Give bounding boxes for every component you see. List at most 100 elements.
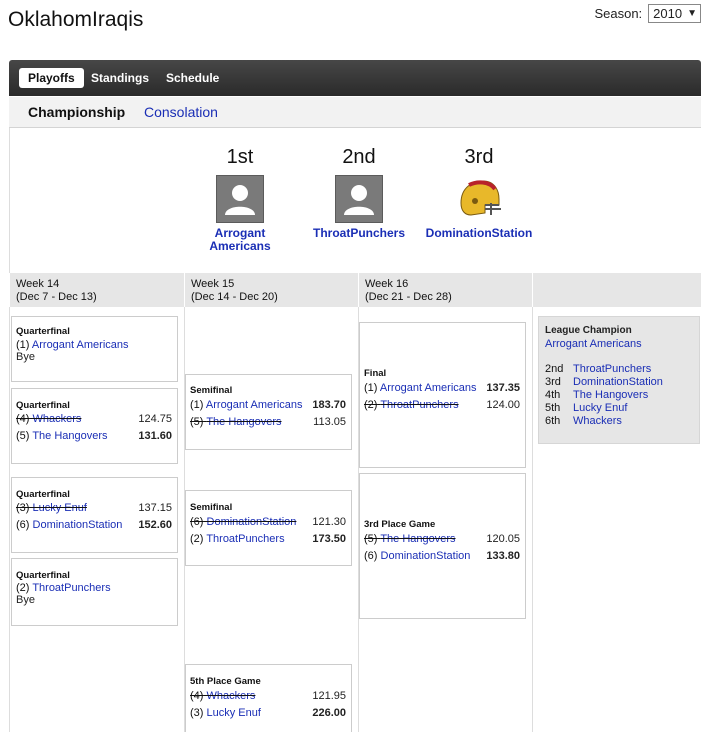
team-link[interactable]: ThroatPunchers	[206, 533, 284, 545]
default-avatar-icon[interactable]	[335, 175, 383, 223]
podium-first: 1st Arrogant Americans	[190, 146, 290, 253]
matchup-card[interactable]: Semifinal (6) DominationStation 121.30 (…	[185, 490, 352, 566]
team-score: 131.60	[138, 430, 172, 442]
podium-team-link[interactable]: Arrogant Americans	[190, 227, 290, 253]
final-standing-row: 3rd DominationStation	[545, 376, 663, 388]
podium-second: 2nd ThroatPunchers	[309, 146, 409, 240]
matchup-team-winner: (3) Lucky Enuf 226.00	[190, 707, 346, 719]
team-link[interactable]: DominationStation	[573, 376, 663, 388]
matchup-label: Semifinal	[190, 502, 233, 513]
matchup-card[interactable]: Quarterfinal (1) Arrogant Americans Bye	[11, 316, 178, 382]
default-avatar-icon[interactable]	[216, 175, 264, 223]
league-champion-heading: League Champion	[545, 325, 632, 336]
league-results: League Champion Arrogant Americans 2nd Th…	[538, 316, 700, 444]
bracket-subnav: Championship Consolation	[9, 97, 701, 128]
matchup-team-loser: (6) DominationStation 121.30	[190, 516, 346, 528]
bye-text: Bye	[16, 594, 35, 606]
team-link[interactable]: Whackers	[33, 413, 82, 425]
team-score: 152.60	[138, 519, 172, 531]
team-score: 137.15	[138, 502, 172, 514]
team-link[interactable]: The Hangovers	[206, 416, 281, 428]
matchup-label: Quarterfinal	[16, 400, 70, 411]
matchup-team-winner: (6) DominationStation 152.60	[16, 519, 172, 531]
matchup-team-loser: (5) The Hangovers 120.05	[364, 533, 520, 545]
team-score: 133.80	[486, 550, 520, 562]
matchup-card[interactable]: Quarterfinal (4) Whackers 124.75 (5) The…	[11, 388, 178, 464]
matchup-label: Semifinal	[190, 385, 233, 396]
week-header: Week 16 (Dec 21 - Dec 28)	[358, 273, 532, 307]
matchup-team-winner: (1) Arrogant Americans 137.35	[364, 382, 520, 394]
team-link[interactable]: Lucky Enuf	[573, 402, 627, 414]
team-link[interactable]: DominationStation	[33, 519, 123, 531]
team-score: 226.00	[312, 707, 346, 719]
team-score: 124.75	[138, 413, 172, 425]
team-score: 121.30	[312, 516, 346, 528]
podium-team-link[interactable]: ThroatPunchers	[299, 227, 419, 240]
team-link[interactable]: DominationStation	[381, 550, 471, 562]
podium-rank: 3rd	[464, 146, 494, 168]
team-link[interactable]: ThroatPunchers	[32, 582, 110, 594]
matchup-label: 3rd Place Game	[364, 519, 436, 530]
season-value: 2010	[653, 6, 683, 21]
podium-team-link[interactable]: DominationStation	[414, 227, 544, 240]
tab-consolation[interactable]: Consolation	[144, 104, 218, 120]
matchup-card[interactable]: 5th Place Game (4) Whackers 121.95 (3) L…	[185, 664, 352, 732]
podium-rank: 1st	[226, 146, 254, 168]
team-score: 173.50	[312, 533, 346, 545]
team-link[interactable]: Arrogant Americans	[32, 339, 129, 351]
team-link[interactable]: Whackers	[573, 415, 622, 427]
week-header-blank	[532, 273, 701, 307]
week-header: Week 15 (Dec 14 - Dec 20)	[184, 273, 358, 307]
team-link[interactable]: The Hangovers	[380, 533, 455, 545]
matchup-team-loser: (3) Lucky Enuf 137.15	[16, 502, 172, 514]
team-score: 124.00	[486, 399, 520, 411]
matchup-team-loser: (5) The Hangovers 113.05	[190, 416, 346, 428]
team-score: 120.05	[486, 533, 520, 545]
matchup-card[interactable]: Quarterfinal (2) ThroatPunchers Bye	[11, 558, 178, 626]
season-dropdown[interactable]: 2010 ▼	[648, 4, 701, 23]
team-score: 121.95	[312, 690, 346, 702]
matchup-card[interactable]: Semifinal (1) Arrogant Americans 183.70 …	[185, 374, 352, 450]
podium-third: 3rd DominationStation	[426, 146, 533, 240]
matchup-card[interactable]: Final (1) Arrogant Americans 137.35 (2) …	[359, 322, 526, 468]
matchup-team-loser: (2) ThroatPunchers 124.00	[364, 399, 520, 411]
tab-championship[interactable]: Championship	[28, 104, 125, 120]
matchup-team-winner: (2) ThroatPunchers 173.50	[190, 533, 346, 545]
week-header: Week 14 (Dec 7 - Dec 13)	[9, 273, 184, 307]
matchup-label: Quarterfinal	[16, 326, 70, 337]
team-link[interactable]: Arrogant Americans	[380, 382, 477, 394]
matchup-team: (2) ThroatPunchers	[16, 582, 111, 594]
matchup-team-loser: (4) Whackers 121.95	[190, 690, 346, 702]
main-nav: Playoffs Standings Schedule	[9, 60, 701, 96]
matchup-label: Quarterfinal	[16, 570, 70, 581]
final-standing-row: 5th Lucky Enuf	[545, 402, 628, 414]
league-title: OklahomIraqis	[8, 8, 144, 31]
podium-area: 1st Arrogant Americans 2nd ThroatPuncher…	[9, 128, 701, 273]
matchup-card[interactable]: Quarterfinal (3) Lucky Enuf 137.15 (6) D…	[11, 477, 178, 553]
matchup-label: Final	[364, 368, 387, 379]
team-link[interactable]: ThroatPunchers	[380, 399, 458, 411]
team-link[interactable]: Lucky Enuf	[207, 707, 261, 719]
tab-playoffs[interactable]: Playoffs	[19, 68, 84, 88]
team-link[interactable]: Whackers	[207, 690, 256, 702]
football-helmet-icon[interactable]	[455, 175, 503, 223]
dropdown-arrow-icon: ▼	[687, 8, 697, 19]
tab-schedule[interactable]: Schedule	[157, 68, 228, 88]
team-link[interactable]: ThroatPunchers	[573, 363, 651, 375]
team-score: 137.35	[486, 382, 520, 394]
team-link[interactable]: Lucky Enuf	[33, 502, 87, 514]
champion-link[interactable]: Arrogant Americans	[545, 338, 642, 350]
team-link[interactable]: The Hangovers	[573, 389, 648, 401]
tab-standings[interactable]: Standings	[82, 68, 158, 88]
podium-rank: 2nd	[342, 146, 376, 168]
season-selector: Season: 2010 ▼	[594, 4, 701, 23]
matchup-card[interactable]: 3rd Place Game (5) The Hangovers 120.05 …	[359, 473, 526, 619]
team-score: 113.05	[313, 416, 346, 428]
matchup-team-winner: (6) DominationStation 133.80	[364, 550, 520, 562]
team-link[interactable]: Arrogant Americans	[206, 399, 303, 411]
matchup-team-winner: (5) The Hangovers 131.60	[16, 430, 172, 442]
team-link[interactable]: DominationStation	[207, 516, 297, 528]
final-standing-row: 6th Whackers	[545, 415, 622, 427]
team-link[interactable]: The Hangovers	[32, 430, 107, 442]
matchup-label: 5th Place Game	[190, 676, 261, 687]
